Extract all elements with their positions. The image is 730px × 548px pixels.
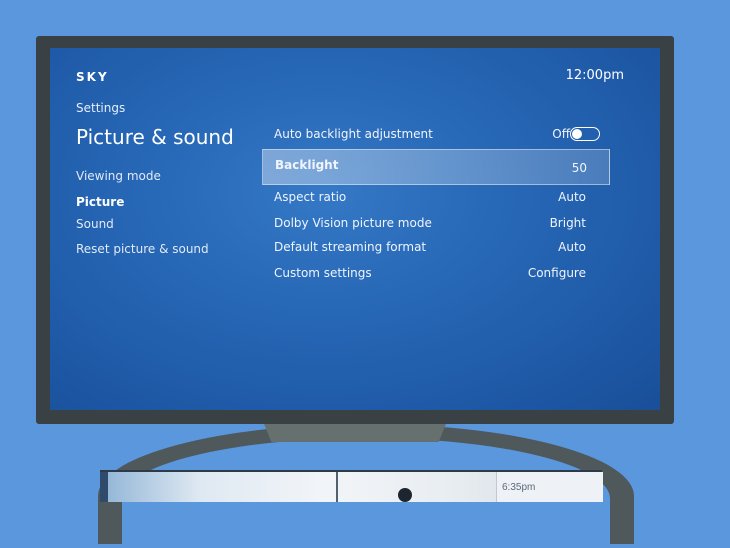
setting-value: 50 (571, 161, 587, 175)
auto-backlight-toggle[interactable] (570, 127, 600, 141)
photo-strip-time: 6:35pm (502, 482, 536, 493)
tv-frame: SKY 12:00pm Settings Picture & sound Vie… (36, 36, 674, 424)
setting-value: Configure (527, 266, 586, 280)
page-title: Picture & sound (76, 125, 234, 149)
setting-value: Bright (549, 216, 586, 230)
sky-logo: SKY (76, 70, 109, 84)
nav-item-sound[interactable]: Sound (76, 217, 114, 231)
setting-label: Aspect ratio (274, 190, 347, 204)
setting-label: Auto backlight adjustment (274, 127, 433, 141)
nav-item-picture[interactable]: Picture (76, 195, 124, 209)
photo-strip-divider (336, 472, 338, 502)
setting-dolby-vision-mode[interactable]: Dolby Vision picture mode Bright (260, 212, 608, 236)
tv-screen: SKY 12:00pm Settings Picture & sound Vie… (50, 48, 660, 410)
photo-strip: 6:35pm (100, 470, 603, 502)
nav-item-reset-picture-sound[interactable]: Reset picture & sound (76, 242, 209, 256)
nav-item-viewing-mode[interactable]: Viewing mode (76, 169, 161, 183)
photo-strip-edge (100, 472, 108, 502)
setting-value: Auto (558, 240, 586, 254)
setting-default-streaming-format[interactable]: Default streaming format Auto (260, 236, 608, 260)
setting-label: Dolby Vision picture mode (274, 216, 432, 230)
setting-label: Default streaming format (274, 240, 427, 254)
setting-label: Backlight (275, 158, 339, 172)
setting-backlight[interactable]: Backlight 50 (262, 149, 610, 185)
setting-label: Custom settings (274, 266, 372, 280)
setting-aspect-ratio[interactable]: Aspect ratio Auto (260, 186, 608, 210)
photo-strip-object (398, 488, 412, 502)
setting-custom-settings[interactable]: Custom settings Configure (260, 262, 608, 286)
setting-auto-backlight[interactable]: Auto backlight adjustment Off (260, 123, 608, 147)
toggle-knob (572, 129, 582, 139)
setting-value: Auto (558, 190, 586, 204)
setting-value: Off (552, 127, 570, 141)
clock: 12:00pm (565, 68, 624, 83)
breadcrumb[interactable]: Settings (76, 101, 125, 115)
